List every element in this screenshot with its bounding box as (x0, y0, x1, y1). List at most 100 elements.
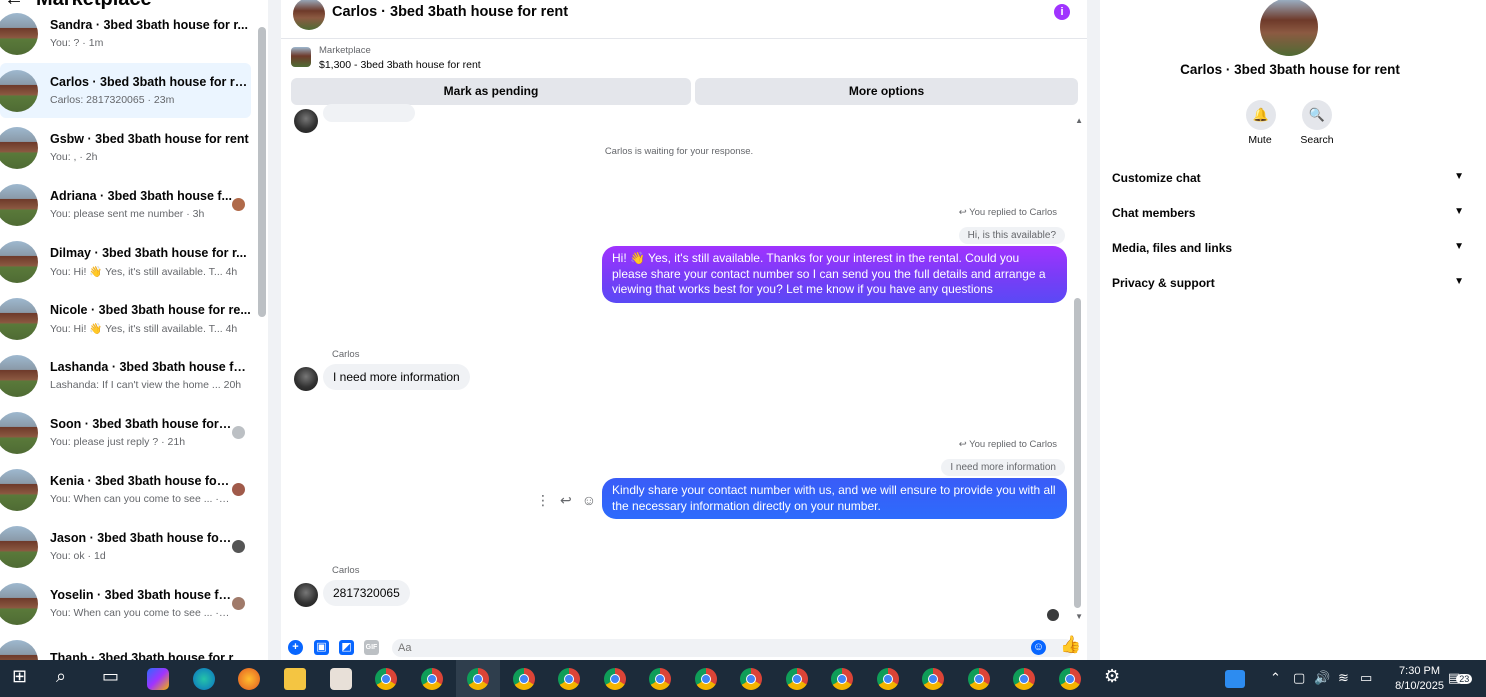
conversation-item[interactable]: Nicole · 3bed 3bath house for re... You: … (0, 291, 251, 346)
media-files-links-section[interactable]: Media, files and links ▼ (1112, 241, 1464, 255)
conversation-item[interactable]: Kenia · 3bed 3bath house for ... You: Whe… (0, 462, 251, 517)
chat-scrollbar[interactable] (1074, 298, 1081, 608)
listing-thumbnail[interactable] (291, 47, 311, 67)
clock[interactable]: 7:30 PM 8/10/2025 (1395, 664, 1444, 694)
info-icon[interactable]: i (1054, 4, 1070, 20)
task-view-icon[interactable]: ▭ (102, 666, 119, 687)
outgoing-message[interactable]: Kindly share your contact number with us… (602, 478, 1067, 519)
privacy-support-section[interactable]: Privacy & support ▼ (1112, 276, 1464, 290)
outgoing-message[interactable]: Hi! 👋 Yes, it's still available. Thanks … (602, 246, 1067, 303)
conversation-text: Gsbw · 3bed 3bath house for rent You: , ·… (50, 132, 251, 163)
conversation-item[interactable]: Dilmay · 3bed 3bath house for r... You: H… (0, 234, 251, 289)
search-icon[interactable]: 🔍 (1302, 100, 1332, 130)
conversation-name: Soon · 3bed 3bath house for r... (50, 417, 232, 431)
chrome-profile-icon[interactable] (877, 668, 899, 690)
chrome-profile-icon[interactable] (467, 668, 489, 690)
notification-icon[interactable]: ▤23 (1448, 670, 1473, 686)
firefox-icon[interactable] (238, 668, 260, 690)
sidebar-scrollbar[interactable] (258, 27, 266, 317)
bell-icon[interactable]: 🔔 (1246, 100, 1276, 130)
react-icon[interactable]: ☺ (582, 492, 606, 508)
reply-quote[interactable]: I need more information (941, 459, 1065, 476)
search-icon[interactable]: ⌕ (56, 666, 66, 687)
photo-icon[interactable]: ▣ (314, 640, 329, 655)
conversation-text: Kenia · 3bed 3bath house for ... You: Whe… (50, 474, 232, 505)
conversation-avatar (0, 468, 38, 511)
edge-icon[interactable] (193, 668, 215, 690)
more-icon[interactable]: ⋮ (536, 492, 560, 508)
emoji-icon[interactable]: ☺ (1031, 640, 1046, 655)
chrome-profile-icon[interactable] (786, 668, 808, 690)
conversation-name: Lashanda · 3bed 3bath house fo... (50, 360, 251, 374)
scroll-up-arrow-icon[interactable]: ▲ (1075, 116, 1083, 125)
chrome-profile-icon[interactable] (831, 668, 853, 690)
meet-icon[interactable]: ▢ (1293, 670, 1305, 686)
reply-header: ↩ You replied to Carlos (959, 439, 1057, 450)
conversation-item[interactable]: Yoselin · 3bed 3bath house fo... You: Whe… (0, 576, 251, 631)
seen-avatar (232, 540, 245, 553)
conversation-name: Dilmay · 3bed 3bath house for r... (50, 245, 247, 260)
battery-icon[interactable]: ▭ (1360, 670, 1372, 686)
like-icon[interactable]: 👍 (1060, 636, 1081, 653)
mark-as-pending-button[interactable]: Mark as pending (291, 78, 691, 105)
chrome-profile-icon[interactable] (1059, 668, 1081, 690)
reply-quote[interactable]: Hi, is this available? (958, 227, 1065, 244)
sticker-icon[interactable]: ◩ (339, 640, 354, 655)
widgets-icon[interactable] (1225, 670, 1245, 688)
details-title: Carlos · 3bed 3bath house for rent (1180, 62, 1400, 77)
conversation-name: Gsbw · 3bed 3bath house for rent (50, 132, 249, 146)
conversation-text: Adriana · 3bed 3bath house f... You: plea… (50, 189, 232, 220)
listing-title[interactable]: $1,300 - 3bed 3bath house for rent (319, 59, 481, 71)
settings-gear-icon[interactable]: ⚙ (1104, 666, 1120, 687)
conversation-text: Lashanda · 3bed 3bath house fo... Lashand… (50, 360, 251, 391)
file-explorer-icon[interactable] (284, 668, 306, 690)
conversation-item[interactable]: Sandra · 3bed 3bath house for r... You: ?… (0, 6, 251, 61)
reply-header-text: You replied to Carlos (969, 207, 1057, 218)
conversation-item[interactable]: Soon · 3bed 3bath house for r... You: ple… (0, 405, 251, 460)
chat-members-section[interactable]: Chat members ▼ (1112, 206, 1464, 220)
conversation-avatar (0, 240, 38, 283)
incoming-message[interactable]: 2817320065 (323, 580, 410, 606)
conversation-text: Carlos · 3bed 3bath house for rent Carlos… (50, 75, 251, 106)
conversation-item[interactable]: Thanh · 3bed 3bath house for rent (0, 633, 251, 660)
more-options-button[interactable]: More options (695, 78, 1078, 105)
customize-chat-section[interactable]: Customize chat ▼ (1112, 171, 1464, 185)
sender-avatar[interactable] (294, 583, 318, 607)
wifi-icon[interactable]: ≋ (1338, 670, 1349, 686)
chrome-profile-icon[interactable] (922, 668, 944, 690)
conversation-item[interactable]: Lashanda · 3bed 3bath house fo... Lashand… (0, 348, 251, 403)
chrome-profile-icon[interactable] (649, 668, 671, 690)
details-avatar[interactable] (1260, 0, 1318, 56)
chat-avatar[interactable] (293, 0, 325, 30)
sender-avatar[interactable] (294, 367, 318, 391)
seen-avatar (232, 198, 245, 211)
conversation-item[interactable]: Gsbw · 3bed 3bath house for rent You: , ·… (0, 120, 251, 175)
copilot-icon[interactable] (147, 668, 169, 690)
chrome-profile-icon[interactable] (558, 668, 580, 690)
conversation-item[interactable]: Carlos · 3bed 3bath house for rent Carlos… (0, 63, 251, 118)
chrome-profile-icon[interactable] (968, 668, 990, 690)
scroll-down-arrow-icon[interactable]: ▼ (1075, 612, 1083, 621)
chrome-profile-icon[interactable] (513, 668, 535, 690)
plus-icon[interactable]: + (288, 640, 303, 655)
incoming-message[interactable]: I need more information (323, 364, 470, 390)
gif-icon[interactable]: GIF (364, 640, 379, 655)
chat-panel: Carlos · 3bed 3bath house for rent i Mar… (281, 0, 1087, 660)
chrome-profile-icon[interactable] (740, 668, 762, 690)
chrome-profile-icon[interactable] (695, 668, 717, 690)
paint-icon[interactable] (330, 668, 352, 690)
conversation-item[interactable]: Adriana · 3bed 3bath house f... You: plea… (0, 177, 251, 232)
chrome-icon[interactable] (375, 668, 397, 690)
chrome-profile-icon[interactable] (604, 668, 626, 690)
chevron-up-icon[interactable]: ⌃ (1270, 670, 1281, 686)
section-label: Customize chat (1112, 171, 1201, 185)
search-label: Search (1300, 134, 1334, 146)
windows-start-icon[interactable]: ⊞ (12, 666, 27, 687)
conversation-item[interactable]: Jason · 3bed 3bath house for ... You: ok … (0, 519, 251, 574)
chat-title[interactable]: Carlos · 3bed 3bath house for rent (332, 4, 568, 20)
chrome-profile-icon[interactable] (1013, 668, 1035, 690)
message-input[interactable] (392, 639, 1074, 657)
reply-icon[interactable]: ↩ (560, 492, 582, 508)
volume-icon[interactable]: 🔊 (1314, 670, 1330, 686)
chrome-profile-icon[interactable] (421, 668, 443, 690)
